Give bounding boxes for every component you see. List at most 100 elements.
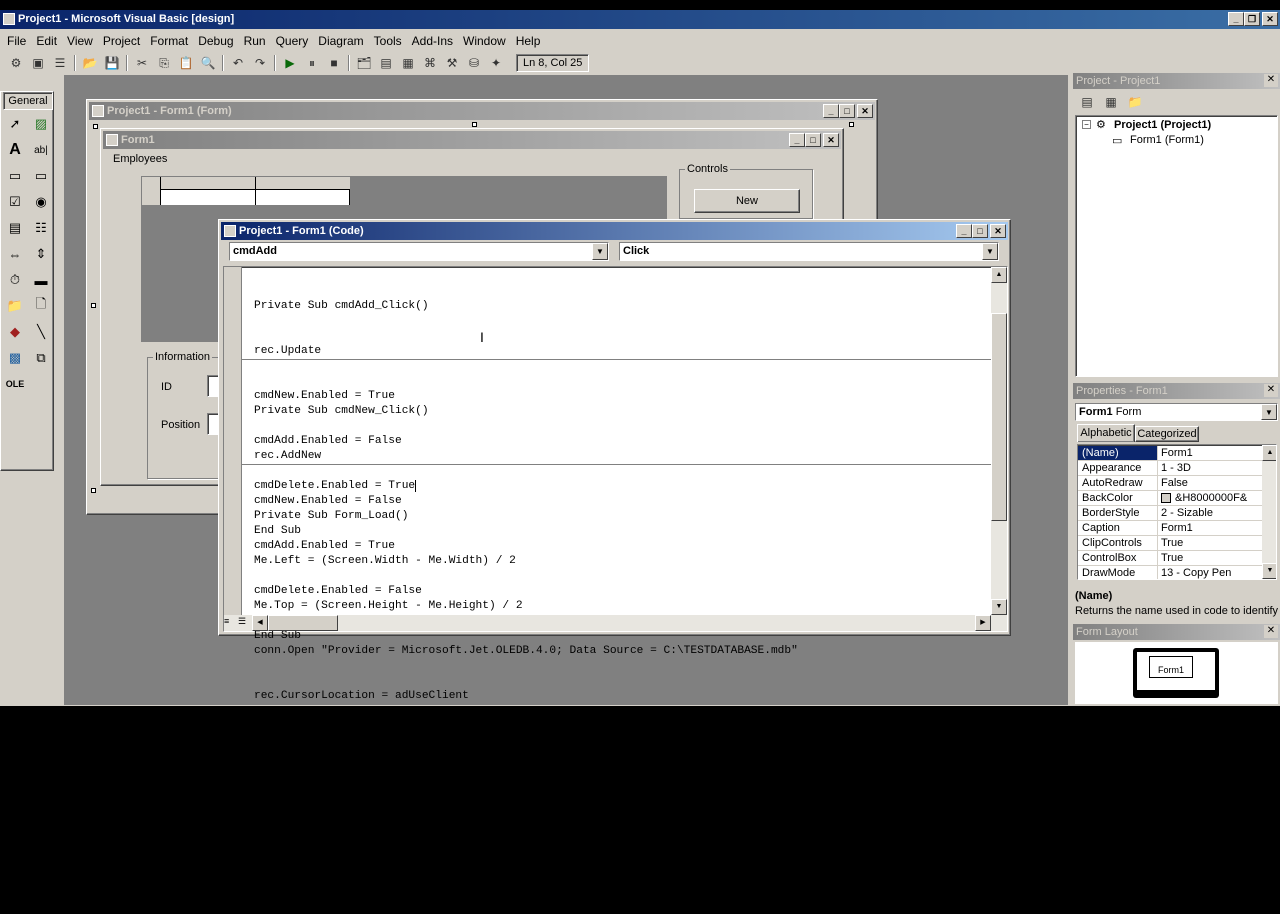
resize-handle[interactable] (91, 488, 96, 493)
component-manager-icon[interactable]: ✦ (486, 54, 506, 72)
scroll-left-icon[interactable]: ◀ (252, 615, 268, 631)
vscrollbar-tool-icon[interactable]: ⇕ (30, 243, 52, 265)
menu-format[interactable]: Format (145, 34, 193, 48)
menu-debug[interactable]: Debug (193, 34, 238, 48)
property-row[interactable]: ControlBox True (1078, 551, 1264, 566)
property-value[interactable]: True (1159, 536, 1264, 550)
menu-project[interactable]: Project (98, 34, 145, 48)
form-designer-close[interactable]: ✕ (857, 104, 873, 118)
hscroll-thumb[interactable] (268, 615, 338, 631)
view-code-icon[interactable]: ▤ (1077, 93, 1097, 111)
paste-icon[interactable]: 📋 (176, 54, 196, 72)
save-project-icon[interactable]: 💾 (102, 54, 122, 72)
property-value[interactable]: 13 - Copy Pen (1159, 566, 1264, 579)
view-object-icon[interactable]: ▦ (1101, 93, 1121, 111)
picturebox-tool-icon[interactable]: ▨ (30, 113, 52, 135)
property-value[interactable]: Form1 (1159, 446, 1264, 460)
properties-window-icon[interactable]: ▤ (376, 54, 396, 72)
form1-layout-preview[interactable]: Form1 (1149, 656, 1193, 678)
code-window-close[interactable]: ✕ (990, 224, 1006, 238)
scroll-up-icon[interactable]: ▲ (991, 267, 1007, 283)
add-form-icon[interactable]: ▣ (28, 54, 48, 72)
menu-addins[interactable]: Add-Ins (407, 34, 458, 48)
undo-icon[interactable]: ↶ (228, 54, 248, 72)
property-value[interactable]: 2 - Sizable (1159, 506, 1264, 520)
close-icon[interactable]: ✕ (1264, 384, 1278, 397)
code-window-minimize[interactable]: _ (956, 224, 972, 238)
menu-query[interactable]: Query (271, 34, 314, 48)
tab-alphabetic[interactable]: Alphabetic (1077, 424, 1135, 442)
scroll-right-icon[interactable]: ▶ (975, 615, 991, 631)
data-tool-icon[interactable]: ⧉ (30, 347, 52, 369)
optionbutton-tool-icon[interactable]: ◉ (30, 191, 52, 213)
pointer-tool-icon[interactable]: ➚ (4, 113, 26, 135)
label-tool-icon[interactable]: A (4, 139, 26, 161)
close-button[interactable]: ✕ (1262, 12, 1278, 26)
property-value[interactable]: Form1 (1159, 521, 1264, 535)
toolbox-tab-general[interactable]: General (3, 92, 53, 110)
menu-diagram[interactable]: Diagram (313, 34, 368, 48)
frame-tool-icon[interactable]: ▭ (4, 165, 26, 187)
line-tool-icon[interactable]: ╲ (30, 321, 52, 343)
redo-icon[interactable]: ↷ (250, 54, 270, 72)
chevron-down-icon[interactable]: ▼ (982, 243, 998, 260)
full-module-view-icon[interactable]: ☰ (238, 616, 250, 630)
close-icon[interactable]: ✕ (1264, 625, 1278, 638)
property-value[interactable]: True (1159, 551, 1264, 565)
cut-icon[interactable]: ✂ (132, 54, 152, 72)
property-row[interactable]: BackColor &H8000000F& (1078, 491, 1264, 506)
toolbox-icon[interactable]: ⚒ (442, 54, 462, 72)
ole-tool-icon[interactable]: OLE (4, 373, 26, 395)
find-icon[interactable]: 🔍 (198, 54, 218, 72)
form-layout-icon[interactable]: ▦ (398, 54, 418, 72)
chevron-down-icon[interactable]: ▼ (1261, 404, 1277, 420)
menu-edit[interactable]: Edit (31, 34, 62, 48)
end-icon[interactable]: ■ (324, 54, 344, 72)
property-scrollbar[interactable]: ▲ ▼ (1262, 445, 1276, 579)
menu-view[interactable]: View (62, 34, 98, 48)
tab-categorized[interactable]: Categorized (1135, 426, 1199, 442)
combobox-tool-icon[interactable]: ▤ (4, 217, 26, 239)
dirlistbox-tool-icon[interactable]: 📁 (4, 295, 26, 317)
menu-window[interactable]: Window (458, 34, 511, 48)
close-icon[interactable]: ✕ (1264, 74, 1278, 87)
chevron-down-icon[interactable]: ▼ (592, 243, 608, 260)
menu-file[interactable]: File (2, 34, 31, 48)
filelistbox-tool-icon[interactable]: 🗋 (30, 295, 52, 317)
property-row[interactable]: Caption Form1 (1078, 521, 1264, 536)
project-explorer-icon[interactable]: 🗂 (354, 54, 374, 72)
code-horizontal-scrollbar[interactable]: ≡ ☰ ◀ ▶ (224, 615, 1007, 631)
property-row[interactable]: (Name) Form1 (1078, 446, 1264, 461)
new-button[interactable]: New (694, 189, 800, 213)
tree-project1[interactable]: Project1 (Project1) (1114, 119, 1211, 131)
property-value[interactable]: 1 - 3D (1159, 461, 1264, 475)
data-view-icon[interactable]: ⛁ (464, 54, 484, 72)
resize-handle[interactable] (849, 122, 854, 127)
property-row[interactable]: AutoRedraw False (1078, 476, 1264, 491)
add-project-icon[interactable]: ⚙ (6, 54, 26, 72)
scroll-down-icon[interactable]: ▼ (1262, 563, 1276, 579)
drivelistbox-tool-icon[interactable]: ▬ (30, 269, 52, 291)
procedure-view-icon[interactable]: ≡ (224, 616, 236, 630)
shape-tool-icon[interactable]: ◆ (4, 321, 26, 343)
resize-handle[interactable] (91, 303, 96, 308)
maximize-button[interactable]: ❐ (1244, 12, 1260, 26)
menu-help[interactable]: Help (511, 34, 546, 48)
checkbox-tool-icon[interactable]: ☑ (4, 191, 26, 213)
object-browser-icon[interactable]: ⌘ (420, 54, 440, 72)
property-row[interactable]: Appearance 1 - 3D (1078, 461, 1264, 476)
menu-editor-icon[interactable]: ☰ (50, 54, 70, 72)
image-tool-icon[interactable]: ▩ (4, 347, 26, 369)
object-selector[interactable]: Form1 Form ▼ (1075, 403, 1278, 421)
property-value[interactable]: &H8000000F& (1159, 491, 1264, 505)
property-row[interactable]: BorderStyle 2 - Sizable (1078, 506, 1264, 521)
code-editor[interactable]: Private Sub cmdAdd_Click() rec.Update cm… (223, 266, 1008, 882)
form-designer-minimize[interactable]: _ (823, 104, 839, 118)
object-combo[interactable]: cmdAdd ▼ (229, 242, 609, 261)
toggle-folders-icon[interactable]: 📁 (1125, 93, 1145, 111)
resize-handle[interactable] (472, 122, 477, 127)
code-vertical-scrollbar[interactable]: ▲ ▼ (991, 267, 1007, 615)
collapse-icon[interactable]: − (1082, 120, 1091, 129)
copy-icon[interactable]: ⎘ (154, 54, 174, 72)
tree-form1[interactable]: Form1 (Form1) (1130, 134, 1204, 146)
